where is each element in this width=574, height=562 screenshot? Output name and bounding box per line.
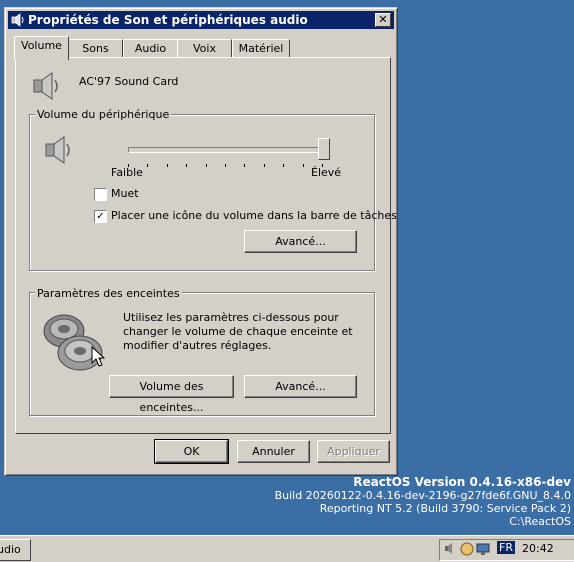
volume-min-label: Faible bbox=[111, 166, 143, 179]
volume-slider-thumb[interactable] bbox=[318, 138, 330, 160]
taskbar: udio FR 20:42 bbox=[0, 535, 574, 562]
os-version: ReactOS Version 0.4.16-x86-dev bbox=[353, 475, 571, 489]
speaker-icon bbox=[45, 136, 70, 164]
volume-tick bbox=[263, 164, 265, 167]
volume-tick bbox=[225, 164, 226, 167]
speaker-icon bbox=[11, 13, 24, 27]
language-indicator[interactable]: FR bbox=[497, 541, 515, 554]
device-volume-legend: Volume du périphérique bbox=[35, 108, 172, 121]
mouse-cursor-icon bbox=[91, 346, 106, 367]
tab-audio[interactable]: Audio bbox=[123, 39, 178, 58]
tab-materiel[interactable]: Matériel bbox=[232, 39, 290, 58]
tab-sons[interactable]: Sons bbox=[68, 39, 123, 58]
speaker-advanced-button[interactable]: Avancé... bbox=[244, 375, 357, 398]
volume-tick bbox=[205, 164, 207, 167]
speaker-icon bbox=[33, 72, 58, 100]
volume-tick bbox=[186, 164, 188, 167]
volume-tick bbox=[166, 164, 168, 167]
volume-advanced-button[interactable]: Avancé... bbox=[244, 230, 357, 253]
tray-icon-checkbox[interactable]: ✓ bbox=[94, 210, 107, 223]
volume-slider-track[interactable] bbox=[128, 147, 324, 153]
mute-label[interactable]: Muet bbox=[111, 187, 139, 200]
mute-checkbox[interactable] bbox=[94, 188, 107, 201]
taskbar-window-button[interactable]: udio bbox=[0, 539, 31, 561]
volume-tick bbox=[147, 164, 149, 167]
os-reporting: Reporting NT 5.2 (Build 3790: Service Pa… bbox=[319, 502, 571, 515]
device-name: AC'97 Sound Card bbox=[79, 75, 179, 88]
tab-voix[interactable]: Voix bbox=[177, 39, 232, 58]
speaker-description: Utilisez les paramètres ci-dessous pour … bbox=[123, 311, 353, 352]
os-path: C:\ReactOS bbox=[509, 515, 571, 528]
system-tray: FR 20:42 bbox=[439, 539, 574, 561]
speaker-volume-button[interactable]: Volume des enceintes... bbox=[109, 375, 234, 414]
speaker-settings-legend: Paramètres des enceintes bbox=[35, 287, 182, 300]
volume-tick bbox=[283, 164, 285, 167]
network-tray-icon[interactable] bbox=[460, 542, 474, 556]
taskbar-window-label: udio bbox=[0, 543, 21, 556]
monitor-tray-icon[interactable] bbox=[476, 542, 490, 556]
title-bar[interactable]: Propriétés de Son et périphériques audio… bbox=[8, 11, 394, 29]
volume-tick bbox=[244, 164, 246, 167]
dialog-title: Propriétés de Son et périphériques audio bbox=[28, 13, 308, 27]
volume-tick bbox=[302, 164, 304, 167]
tray-icon-label[interactable]: Placer une icône du volume dans la barre… bbox=[111, 209, 397, 222]
sound-properties-dialog: Propriétés de Son et périphériques audio… bbox=[4, 7, 398, 476]
volume-max-label: Élevé bbox=[311, 166, 342, 179]
apply-button[interactable]: Appliquer bbox=[317, 440, 390, 463]
cancel-button[interactable]: Annuler bbox=[237, 440, 310, 463]
os-build: Build 20260122-0.4.16-dev-2196-g27fde6f.… bbox=[274, 489, 571, 502]
ok-button[interactable]: OK bbox=[154, 439, 229, 464]
clock[interactable]: 20:42 bbox=[522, 542, 554, 555]
close-button[interactable]: ✕ bbox=[375, 13, 391, 27]
tab-volume[interactable]: Volume bbox=[14, 36, 69, 60]
volume-tray-icon[interactable] bbox=[444, 542, 458, 556]
